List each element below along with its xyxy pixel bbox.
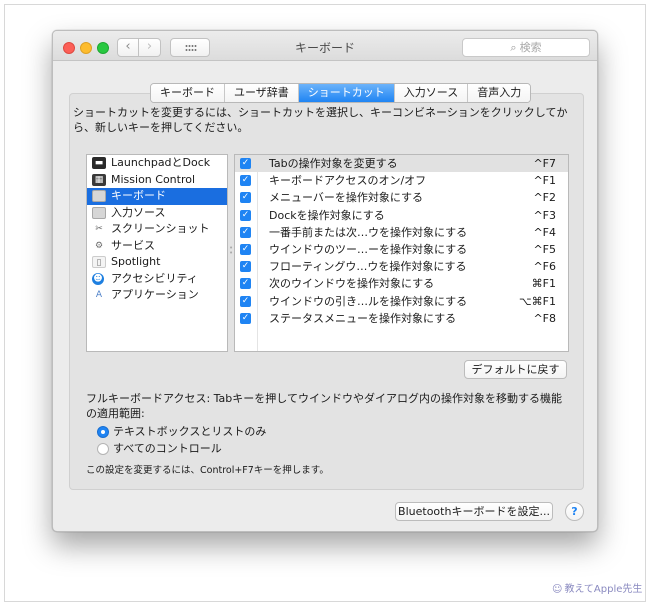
shortcut-label: キーボードアクセスのオン/オフ [269, 174, 427, 188]
shortcut-row[interactable]: ✓ ウインドウの引き…ルを操作対象にする ⌥⌘F1 [235, 293, 568, 310]
shortcut-row[interactable]: ✓ メニューバーを操作対象にする ^F2 [235, 189, 568, 206]
mission-control-icon: ▦ [92, 173, 106, 186]
tab-2[interactable]: ショートカット [298, 84, 395, 102]
shortcut-key-combo[interactable]: ^F4 [533, 224, 556, 241]
shortcut-checkbox[interactable]: ✓ [240, 312, 251, 324]
category-item[interactable]: キーボード [87, 188, 227, 205]
shortcut-key-combo[interactable]: ^F2 [533, 189, 556, 206]
full-keyboard-access-text: フルキーボードアクセス: Tabキーを押してウインドウやダイアログ内の操作対象を… [86, 392, 562, 420]
shortcut-key-combo[interactable]: ^F1 [533, 172, 556, 189]
category-list[interactable]: ▬ LaunchpadとDock ▦ Mission Control キーボード入力ソー… [86, 154, 228, 352]
shortcut-checkbox[interactable]: ✓ [240, 295, 251, 307]
shortcut-label: Dockを操作対象にする [269, 208, 385, 222]
shortcut-key-combo[interactable]: ^F7 [533, 155, 556, 172]
accessibility-icon: ☻ [92, 272, 104, 285]
shortcut-checkbox[interactable]: ✓ [240, 278, 251, 290]
shortcut-label: フローティングウ…ウを操作対象にする [269, 260, 467, 274]
shortcut-key-combo[interactable]: ⌥⌘F1 [519, 293, 556, 310]
screenshot-icon: ✂ [95, 224, 103, 234]
search-placeholder: 検索 [519, 41, 542, 54]
category-item[interactable]: ⚙ サービス [87, 238, 227, 255]
input-source-icon [92, 206, 106, 219]
shortcut-key-combo[interactable]: ^F5 [533, 241, 556, 258]
shortcut-label: Tabの操作対象を変更する [269, 157, 398, 170]
app-shortcuts-icon: A [95, 290, 103, 300]
shortcut-row[interactable]: ✓ キーボードアクセスのオン/オフ ^F1 [235, 172, 568, 189]
category-label: Spotlight [111, 255, 161, 268]
tab-3[interactable]: 入力ソース [394, 84, 469, 102]
instructions-text: ショートカットを変更するには、ショートカットを選択し、キーコンビネーションをクリ… [73, 106, 568, 134]
category-label: 入力ソース [111, 205, 166, 219]
setup-bluetooth-keyboard-button[interactable]: Bluetoothキーボードを設定... [395, 502, 553, 521]
shortcut-checkbox[interactable]: ✓ [240, 209, 251, 221]
category-item[interactable]: ▦ Mission Control [87, 172, 227, 189]
keyboard-icon [92, 190, 106, 202]
control-f7-note: この設定を変更するには、Control+F7キーを押します。 [86, 465, 329, 476]
category-item[interactable]: ▬ LaunchpadとDock [87, 155, 227, 172]
spotlight-icon: ▯ [92, 256, 106, 268]
shortcut-checkbox[interactable]: ✓ [240, 243, 251, 255]
watermark-text: 教えてApple先生 [564, 584, 643, 595]
category-label: アクセシビリティ [111, 271, 198, 285]
category-label: スクリーンショット [111, 222, 210, 235]
category-label: LaunchpadとDock [111, 156, 211, 169]
radio-label: すべてのコントロール [113, 442, 222, 455]
shortcut-checkbox[interactable]: ✓ [240, 226, 251, 238]
shortcut-label: ウインドウのツー…ーを操作対象にする [269, 242, 468, 256]
shortcut-row[interactable]: ✓ ウインドウのツー…ーを操作対象にする ^F5 [235, 241, 568, 258]
shortcut-list[interactable]: ✓ Tabの操作対象を変更する ^F7 ✓ キーボードアクセスのオン/オフ ^F1 ✓ メニュ… [234, 154, 569, 352]
keyboard-preferences-window: ‹ › キーボード ⌕ 検索 キーボード ユーザ辞書 ショートカット 入力ソース 音声入力… [52, 30, 598, 532]
shortcut-label: ステータスメニューを操作対象にする [269, 311, 457, 325]
category-item[interactable]: ☻ アクセシビリティ [87, 271, 227, 288]
tab-4[interactable]: 音声入力 [468, 84, 531, 102]
shortcut-checkbox[interactable]: ✓ [240, 261, 251, 273]
tab-0[interactable]: キーボード [151, 84, 225, 102]
shortcut-label: 次のウインドウを操作対象にする [269, 277, 435, 291]
shortcut-row[interactable]: ✓ Tabの操作対象を変更する ^F7 [235, 155, 568, 173]
shortcut-row[interactable]: ✓ Dockを操作対象にする ^F3 [235, 207, 568, 224]
category-label: サービス [111, 238, 155, 252]
radio-all-controls[interactable]: すべてのコントロール [97, 442, 222, 456]
radio-button-indicator [97, 426, 109, 438]
radio-label: テキストボックスとリストのみ [113, 425, 267, 438]
shortcut-row[interactable]: ✓ ステータスメニューを操作対象にする ^F8 [235, 310, 568, 327]
shortcut-row[interactable]: ✓ 一番手前または次…ウを操作対象にする ^F4 [235, 224, 568, 241]
search-field[interactable]: ⌕ 検索 [462, 38, 590, 57]
shortcut-key-combo[interactable]: ^F6 [533, 258, 556, 275]
shortcut-checkbox[interactable]: ✓ [240, 192, 251, 204]
shortcut-row[interactable]: ✓ 次のウインドウを操作対象にする ⌘F1 [235, 275, 568, 292]
launchpad-icon: ▬ [92, 157, 106, 169]
tab-bar: キーボード ユーザ辞書 ショートカット 入力ソース 音声入力 [150, 83, 532, 103]
shortcut-label: ウインドウの引き…ルを操作対象にする [269, 294, 468, 308]
help-button[interactable]: ? [565, 502, 584, 521]
radio-button-indicator [97, 443, 109, 455]
services-gear-icon: ⚙ [94, 240, 104, 251]
title-bar: ‹ › キーボード ⌕ 検索 [53, 31, 597, 61]
category-label: キーボード [111, 189, 166, 202]
category-item[interactable]: ▯ Spotlight [87, 254, 227, 271]
shortcut-label: 一番手前または次…ウを操作対象にする [269, 225, 468, 239]
shortcut-key-combo[interactable]: ^F8 [533, 310, 556, 327]
category-item[interactable]: A アプリケーション [87, 287, 227, 304]
radio-text-boxes-only[interactable]: テキストボックスとリストのみ [97, 425, 266, 439]
watermark: ☺ 教えてApple先生 [552, 580, 642, 595]
apple-teacher-logo-icon: ☺ [552, 584, 563, 595]
category-item[interactable]: 入力ソース [87, 205, 227, 222]
category-label: Mission Control [111, 172, 196, 186]
tab-1[interactable]: ユーザ辞書 [225, 84, 299, 102]
shortcut-key-combo[interactable]: ^F3 [533, 207, 556, 224]
category-item[interactable]: ✂ スクリーンショット [87, 221, 227, 238]
restore-defaults-button[interactable]: デフォルトに戻す [464, 360, 567, 379]
shortcut-key-combo[interactable]: ⌘F1 [532, 275, 556, 292]
shortcut-checkbox[interactable]: ✓ [240, 158, 251, 169]
category-label: アプリケーション [111, 288, 199, 301]
splitter-handle[interactable]: • • [229, 245, 233, 257]
search-icon: ⌕ [510, 41, 517, 54]
shortcut-row[interactable]: ✓ フローティングウ…ウを操作対象にする ^F6 [235, 258, 568, 275]
shortcut-checkbox[interactable]: ✓ [240, 175, 251, 187]
shortcut-label: メニューバーを操作対象にする [269, 191, 423, 205]
